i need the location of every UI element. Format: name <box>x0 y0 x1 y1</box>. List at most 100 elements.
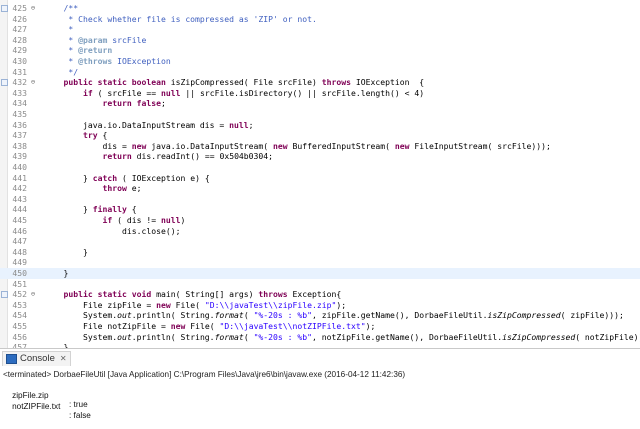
line-number: 431 <box>12 66 27 77</box>
line-number: 438 <box>12 140 27 151</box>
line-number: 455 <box>12 321 27 331</box>
code-line[interactable]: 429 * @return <box>0 45 640 56</box>
line-number: 454 <box>12 310 27 321</box>
line-number: 436 <box>12 119 27 130</box>
output-value: : false <box>69 411 91 420</box>
code-line[interactable]: 449 <box>0 257 640 268</box>
code-line[interactable]: 451 <box>0 279 640 290</box>
line-number: 447 <box>12 236 27 247</box>
code-text: java.io.DataInputStream dis = null; <box>44 119 254 130</box>
line-number: 434 <box>12 98 27 109</box>
code-line[interactable]: 454 System.out.println( String.format( "… <box>0 310 640 321</box>
code-text: public static boolean isZipCompressed( F… <box>63 77 425 88</box>
line-number: 428 <box>12 34 27 45</box>
code-text: * Check whether file is compressed as 'Z… <box>44 13 317 24</box>
fold-toggle-icon[interactable]: ⊖ <box>29 77 37 88</box>
console-status: <terminated> DorbaeFileUtil [Java Applic… <box>3 370 406 379</box>
line-number: 443 <box>12 193 27 204</box>
fold-toggle-icon[interactable]: ⊖ <box>29 289 37 300</box>
line-number: 435 <box>12 109 27 119</box>
line-number: 440 <box>12 162 27 172</box>
code-line[interactable]: 453 File zipFile = new File( "D:\\javaTe… <box>0 300 640 311</box>
code-line[interactable]: 434 return false; <box>0 98 640 109</box>
code-text: try { <box>82 130 108 141</box>
code-line[interactable]: 443 <box>0 194 640 205</box>
code-text: dis.close(); <box>44 225 181 236</box>
code-text: File notZipFile = new File( "D:\\javaTes… <box>44 321 376 331</box>
code-line[interactable]: 441 } catch ( IOException e) { <box>0 173 640 184</box>
code-line[interactable]: 455 File notZipFile = new File( "D:\\jav… <box>0 321 640 332</box>
code-line[interactable]: 456 System.out.println( String.format( "… <box>0 332 640 343</box>
code-line[interactable]: 431 */ <box>0 67 640 78</box>
code-text: throw e; <box>102 183 142 194</box>
code-line[interactable]: 440 <box>0 162 640 173</box>
code-text: if ( srcFile == null || srcFile.isDirect… <box>82 87 425 98</box>
code-line[interactable]: 447 <box>0 236 640 247</box>
code-line[interactable]: 442 throw e; <box>0 183 640 194</box>
line-number: 425 <box>12 3 27 13</box>
code-text: System.out.println( String.format( "%-20… <box>44 310 624 321</box>
console-tab[interactable]: Console ✕ <box>2 351 71 366</box>
code-line[interactable]: 432 ⊖ public static boolean isZipCompress… <box>0 77 640 88</box>
code-text: System.out.println( String.format( "%-20… <box>44 331 640 342</box>
code-text: File zipFile = new File( "D:\\javaTest\\… <box>44 299 347 310</box>
fold-toggle-icon[interactable]: ⊖ <box>29 3 37 14</box>
code-line[interactable]: 425 ⊖ /** <box>0 3 640 14</box>
console-output-line: notZIPFile.txt : false <box>3 393 91 429</box>
code-text: public static void main( String[] args) … <box>63 289 342 300</box>
line-number: 432 <box>12 77 27 88</box>
code-line[interactable]: 438 dis = new java.io.DataInputStream( n… <box>0 141 640 152</box>
code-editor[interactable]: 425 ⊖ /** 426 * Check whether file is comp… <box>0 0 640 348</box>
code-line[interactable]: 437 try { <box>0 130 640 141</box>
line-number: 427 <box>12 24 27 35</box>
code-line[interactable]: 433 if ( srcFile == null || srcFile.isDi… <box>0 88 640 99</box>
code-line[interactable]: 435 <box>0 109 640 120</box>
code-line[interactable]: 426 * Check whether file is compressed a… <box>0 14 640 25</box>
line-number: 433 <box>12 87 27 98</box>
line-number: 449 <box>12 257 27 268</box>
code-text: } <box>44 268 69 278</box>
close-icon[interactable]: ✕ <box>60 352 67 366</box>
line-number: 446 <box>12 225 27 236</box>
line-number: 453 <box>12 299 27 310</box>
code-line[interactable]: 446 dis.close(); <box>0 226 640 237</box>
code-line[interactable]: 428 * @param srcFile <box>0 35 640 46</box>
code-line[interactable]: 450 } <box>0 268 640 279</box>
console-icon <box>6 354 17 364</box>
line-number: 426 <box>12 13 27 24</box>
line-number: 437 <box>12 130 27 141</box>
code-line[interactable]: 439 return dis.readInt() == 0x504b0304; <box>0 151 640 162</box>
line-number: 439 <box>12 151 27 162</box>
console-view: Console ✕ <terminated> DorbaeFileUtil [J… <box>0 348 640 420</box>
line-number: 450 <box>12 268 27 278</box>
code-line[interactable]: 430 * @throws IOException <box>0 56 640 67</box>
code-text: return dis.readInt() == 0x504b0304; <box>102 151 274 162</box>
code-line[interactable]: 448 } <box>0 247 640 258</box>
code-line[interactable]: 444 } finally { <box>0 204 640 215</box>
code-text: } finally { <box>44 204 137 215</box>
code-text: /** <box>63 3 79 13</box>
code-text: } <box>44 246 88 257</box>
line-number: 429 <box>12 45 27 56</box>
code-text: * @return <box>44 45 113 56</box>
line-number: 442 <box>12 183 27 194</box>
code-text: * @throws IOException <box>44 56 171 66</box>
code-line[interactable]: 452 ⊖ public static void main( String[] a… <box>0 289 640 300</box>
code-text: * <box>44 24 74 35</box>
code-line[interactable]: 445 if ( dis != null) <box>0 215 640 226</box>
console-tab-label: Console <box>20 353 55 364</box>
line-number: 452 <box>12 289 27 300</box>
code-text: */ <box>44 66 79 77</box>
line-number: 456 <box>12 331 27 342</box>
line-number: 445 <box>12 215 27 225</box>
code-line[interactable]: 427 * <box>0 24 640 35</box>
line-number: 430 <box>12 56 27 66</box>
line-number: 441 <box>12 172 27 183</box>
output-value: : true <box>69 400 88 409</box>
code-text: } catch ( IOException e) { <box>44 172 210 183</box>
code-text: * @param srcFile <box>44 34 147 45</box>
code-text: dis = new java.io.DataInputStream( new B… <box>44 140 551 151</box>
code-text: if ( dis != null) <box>102 215 186 225</box>
line-number: 444 <box>12 204 27 215</box>
code-line[interactable]: 436 java.io.DataInputStream dis = null; <box>0 120 640 131</box>
